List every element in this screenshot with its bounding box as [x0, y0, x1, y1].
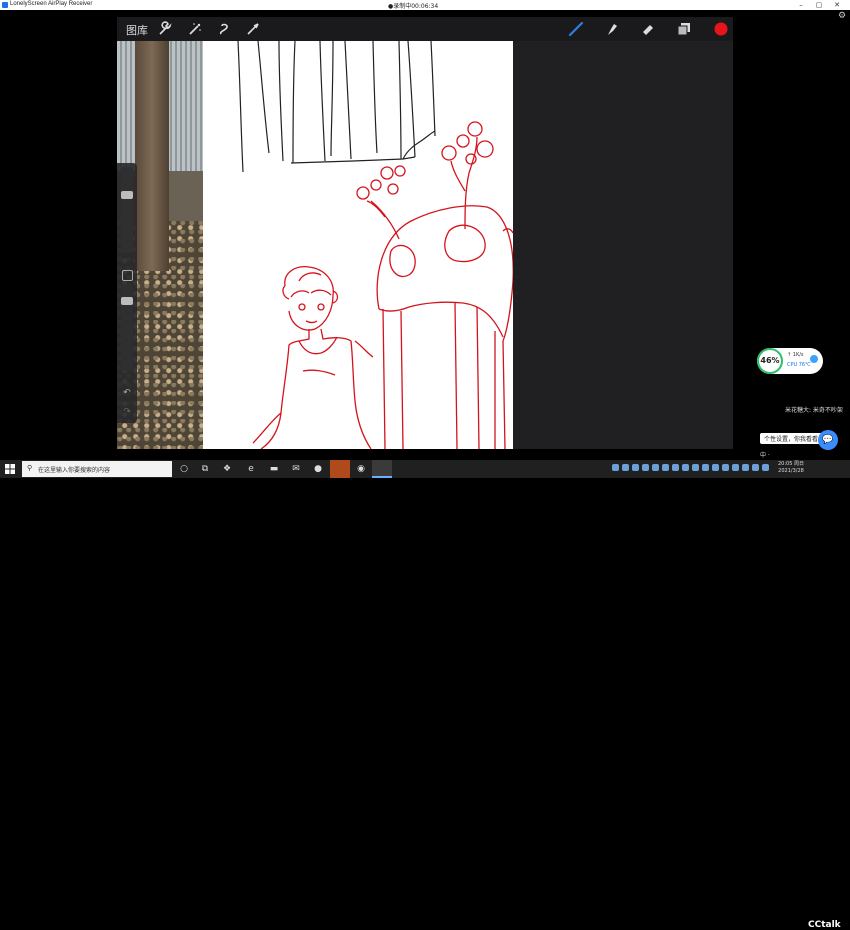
- wrench-icon[interactable]: [157, 21, 173, 37]
- tray-icon[interactable]: [682, 464, 689, 471]
- wechat-icon[interactable]: ●: [312, 463, 324, 475]
- tray-icon[interactable]: [752, 464, 759, 471]
- cpu-usage-ring: 46%: [757, 348, 783, 374]
- procreate-toolbar: 图库: [117, 17, 733, 41]
- tray-icon[interactable]: [742, 464, 749, 471]
- opacity-knob[interactable]: [121, 297, 133, 305]
- sketch-drawing: [237, 41, 513, 449]
- clock-time: 20:05 周日: [778, 461, 804, 467]
- cctalk-watermark: CCtalk: [808, 920, 841, 930]
- transform-icon[interactable]: [245, 21, 261, 37]
- ipad-screen: 图库 ↶ ↷: [117, 17, 733, 449]
- gallery-button[interactable]: 图库: [126, 22, 148, 38]
- brush-size-knob[interactable]: [121, 191, 133, 199]
- eraser-icon[interactable]: [640, 21, 656, 37]
- clock-date: 2021/3/28: [778, 468, 804, 474]
- redo-button[interactable]: ↷: [120, 407, 134, 417]
- cortana-icon[interactable]: ○: [178, 463, 190, 475]
- windows-taskbar: ⚲ 在这里输入你要搜索的内容 ○ ⧉ ❖ e ▬ ✉ ● ◉ 20:05 周日 …: [0, 460, 850, 930]
- cpu-monitor-widget[interactable]: 46% ↑ 1K/s CPU 76℃: [757, 348, 823, 374]
- system-clock[interactable]: 20:05 周日 2021/3/28: [778, 461, 804, 475]
- brush-icon[interactable]: [568, 21, 584, 37]
- tray-icon[interactable]: [642, 464, 649, 471]
- ime-indicator[interactable]: 中 ·: [760, 450, 770, 459]
- mail-icon[interactable]: ✉: [290, 463, 302, 475]
- tray-icon[interactable]: [732, 464, 739, 471]
- selection-icon[interactable]: [216, 21, 232, 37]
- tray-icon[interactable]: [692, 464, 699, 471]
- search-icon: ⚲: [27, 464, 33, 472]
- tray-icon[interactable]: [672, 464, 679, 471]
- tray-icon[interactable]: [632, 464, 639, 471]
- maximize-button[interactable]: ▢: [812, 0, 826, 10]
- drawing-canvas[interactable]: [203, 41, 513, 449]
- minimize-button[interactable]: –: [794, 0, 808, 10]
- brush-sidebar: ↶ ↷: [117, 163, 137, 423]
- modify-button[interactable]: [122, 270, 133, 281]
- settings-gear-icon[interactable]: ⚙: [838, 11, 846, 21]
- cpu-temperature: CPU 76℃: [787, 362, 811, 368]
- app-icon: [2, 2, 8, 8]
- search-placeholder: 在这里输入你要搜索的内容: [38, 467, 111, 474]
- windows-start-icon[interactable]: [5, 464, 15, 474]
- magic-wand-icon[interactable]: [187, 21, 203, 37]
- recording-text: ●录制中00:06:34: [388, 2, 439, 10]
- window-title: LonelyScreen AirPlay Receiver: [10, 1, 93, 7]
- edge-browser-icon[interactable]: e: [245, 463, 257, 475]
- tray-icon[interactable]: [712, 464, 719, 471]
- empty-canvas-area: [513, 41, 733, 449]
- tray-icon[interactable]: [762, 464, 769, 471]
- tree-trunk: [135, 41, 169, 271]
- brush-size-slider[interactable]: [121, 167, 133, 253]
- opacity-slider[interactable]: [121, 285, 133, 371]
- taskbar-search-box[interactable]: ⚲ 在这里输入你要搜索的内容: [22, 461, 172, 477]
- recorder-icon[interactable]: ◉: [355, 463, 367, 475]
- personalize-bubble[interactable]: 个性设置，你我看看: [760, 433, 823, 444]
- close-button[interactable]: ✕: [830, 0, 844, 10]
- tray-icon[interactable]: [612, 464, 619, 471]
- color-swatch[interactable]: [713, 21, 729, 37]
- network-speed: ↑ 1K/s: [787, 352, 804, 358]
- taskbar-app-lonelyscreen[interactable]: [372, 460, 392, 478]
- tray-icon[interactable]: [652, 464, 659, 471]
- taskbar-app-cctalk[interactable]: [330, 460, 350, 478]
- file-explorer-icon[interactable]: ▬: [268, 463, 280, 475]
- tray-icon[interactable]: [662, 464, 669, 471]
- app-store-icon[interactable]: ❖: [221, 463, 233, 475]
- system-tray: [612, 464, 769, 474]
- tray-icon[interactable]: [622, 464, 629, 471]
- smudge-icon[interactable]: [604, 21, 620, 37]
- layers-icon[interactable]: [676, 21, 692, 37]
- boost-icon[interactable]: [810, 355, 818, 363]
- window-titlebar: LonelyScreen AirPlay Receiver ●录制中00:06:…: [0, 0, 850, 10]
- chat-notification: 米花糖大: 米奇不吵架: [785, 407, 843, 414]
- task-view-icon[interactable]: ⧉: [199, 463, 211, 475]
- tray-icon[interactable]: [702, 464, 709, 471]
- undo-button[interactable]: ↶: [120, 388, 134, 398]
- chat-icon[interactable]: 💬: [818, 430, 838, 450]
- tray-icon[interactable]: [722, 464, 729, 471]
- recording-indicator: ●录制中00:06:34: [388, 0, 464, 10]
